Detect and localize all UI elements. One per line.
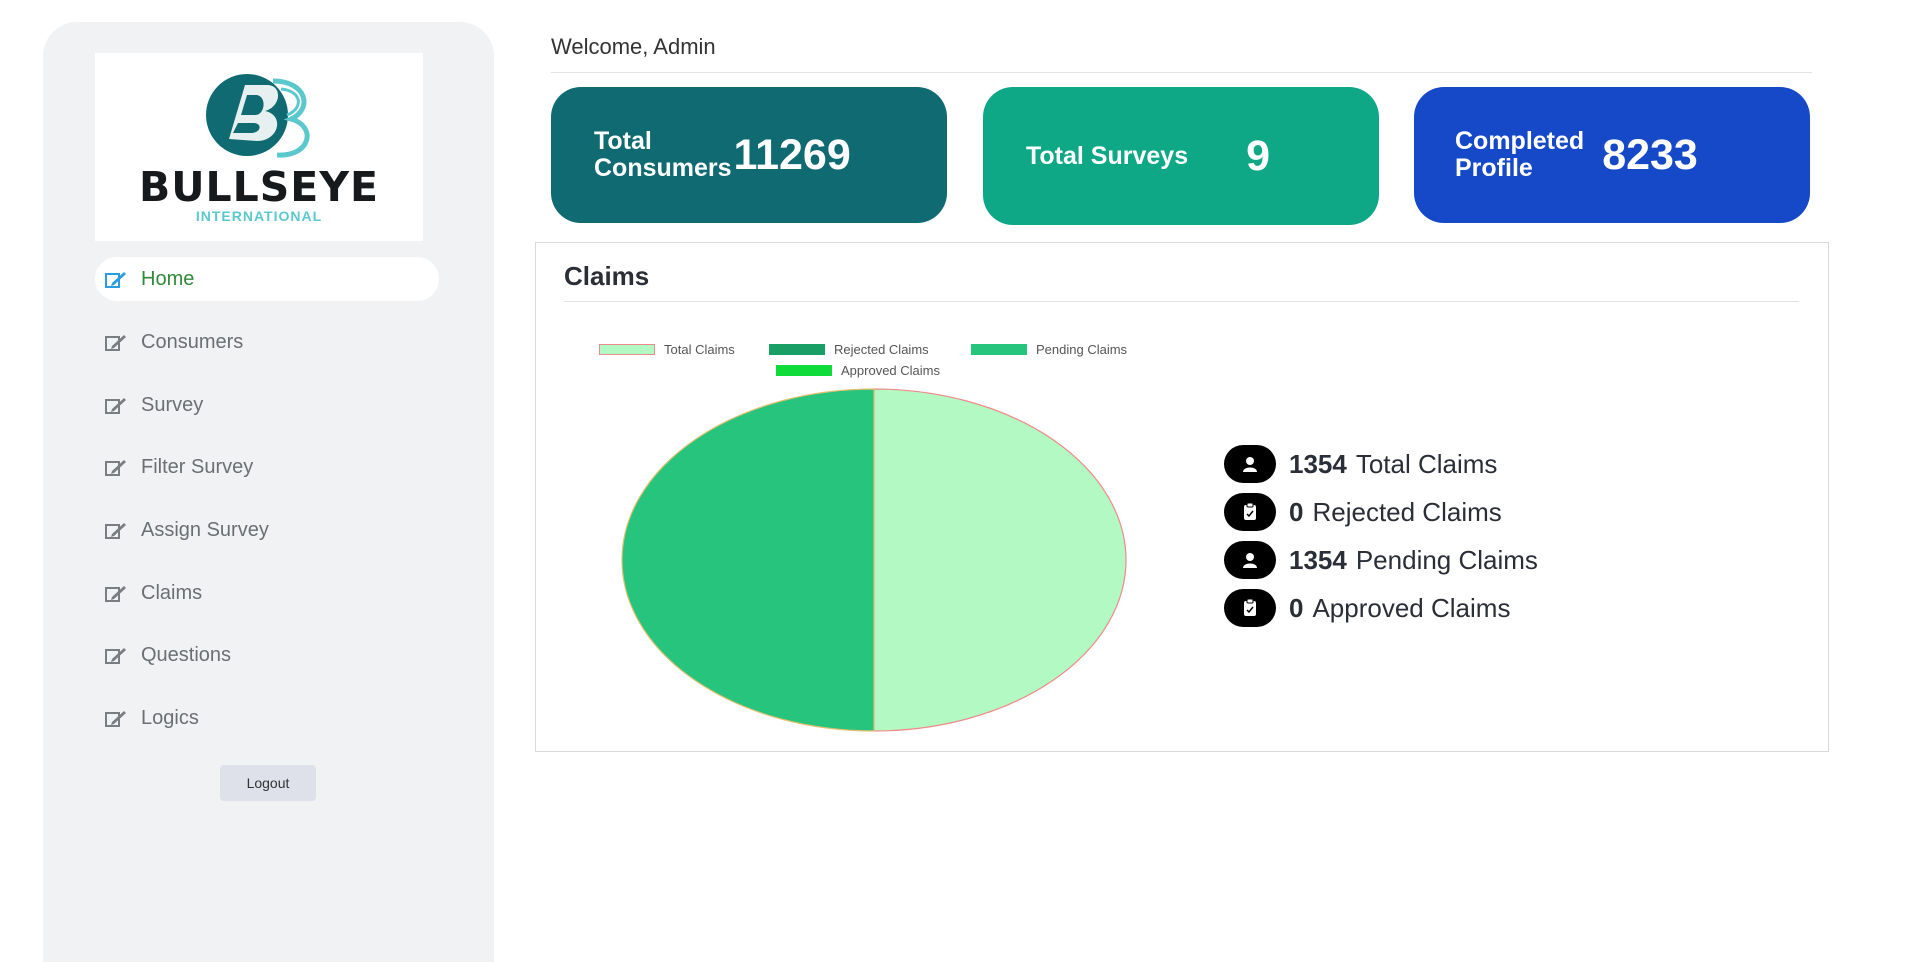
- edit-icon: [105, 333, 127, 351]
- sidebar: BULLSEYE INTERNATIONAL Home Consumers Surv…: [43, 22, 494, 962]
- sidebar-item-label: Home: [141, 267, 195, 290]
- legend-swatch: [769, 344, 825, 355]
- total-surveys-value: 9: [1246, 131, 1271, 180]
- completed-profile-card: Completed Profile 8233: [1414, 87, 1810, 223]
- card-label-line2: Profile: [1455, 154, 1533, 182]
- user-icon: [1224, 541, 1276, 579]
- claims-panel: Claims Total Claims Rejected Claims Pendin…: [535, 242, 1829, 752]
- sidebar-item-label: Filter Survey: [141, 455, 254, 478]
- sidebar-item-consumers[interactable]: Consumers: [95, 320, 439, 364]
- sidebar-item-label: Logics: [141, 706, 199, 729]
- stat-pending-claims: 1354 Pending Claims: [1224, 541, 1538, 579]
- sidebar-item-assign-survey[interactable]: Assign Survey: [95, 508, 439, 552]
- sidebar-item-label: Claims: [141, 581, 203, 604]
- stat-value: 0: [1289, 496, 1304, 527]
- welcome-text: Welcome, Admin: [551, 34, 716, 59]
- edit-icon: [105, 396, 127, 414]
- total-consumers-value: 11269: [733, 130, 851, 179]
- legend-item[interactable]: Approved Claims: [776, 363, 940, 378]
- pie-slice-total-claims[interactable]: [873, 388, 1127, 732]
- stat-value: 1354: [1289, 448, 1347, 479]
- stat-label: Pending Claims: [1355, 544, 1538, 575]
- logo: BULLSEYE INTERNATIONAL: [95, 53, 423, 241]
- panel-divider: [564, 301, 1799, 302]
- legend-label: Total Claims: [664, 342, 735, 357]
- legend-label: Rejected Claims: [834, 342, 929, 357]
- legend-swatch: [971, 344, 1027, 355]
- sidebar-item-survey[interactable]: Survey: [95, 383, 439, 427]
- logo-subtitle: INTERNATIONAL: [195, 208, 323, 224]
- sidebar-item-filter-survey[interactable]: Filter Survey: [95, 445, 439, 489]
- sidebar-item-questions[interactable]: Questions: [95, 633, 439, 677]
- total-surveys-card: Total Surveys 9: [983, 87, 1379, 225]
- logo-title: BULLSEYE: [138, 163, 380, 211]
- sidebar-item-label: Consumers: [141, 330, 244, 353]
- edit-icon: [105, 270, 127, 288]
- edit-icon: [105, 709, 127, 727]
- header-divider: [551, 72, 1812, 73]
- stat-rejected-claims: 0 Rejected Claims: [1224, 493, 1502, 531]
- pie-slice-pending-claims[interactable]: [621, 388, 875, 732]
- legend-swatch: [599, 344, 655, 355]
- sidebar-item-label: Survey: [141, 393, 204, 416]
- legend-item[interactable]: Rejected Claims: [769, 342, 929, 357]
- user-icon: [1224, 445, 1276, 483]
- completed-profile-value: 8233: [1602, 130, 1698, 179]
- legend-item[interactable]: Total Claims: [599, 342, 735, 357]
- legend-label: Approved Claims: [841, 363, 940, 378]
- total-consumers-card: Total Consumers 11269: [551, 87, 947, 223]
- clipboard-icon: [1224, 493, 1276, 531]
- stat-approved-claims: 0 Approved Claims: [1224, 589, 1510, 627]
- bullseye-logo-icon: [206, 74, 310, 158]
- card-label: Total Surveys: [1026, 141, 1189, 170]
- edit-icon: [105, 646, 127, 664]
- sidebar-item-claims[interactable]: Claims: [95, 571, 439, 615]
- claims-pie-chart: [621, 388, 1127, 732]
- sidebar-item-logics[interactable]: Logics: [95, 696, 439, 740]
- stat-label: Approved Claims: [1312, 592, 1511, 623]
- card-label-line2: Consumers: [594, 154, 732, 182]
- legend-swatch: [776, 365, 832, 376]
- card-label-line1: Completed: [1455, 127, 1585, 155]
- logout-button[interactable]: Logout: [220, 765, 316, 801]
- sidebar-item-label: Questions: [141, 643, 232, 666]
- stat-value: 0: [1289, 592, 1304, 623]
- clipboard-icon: [1224, 589, 1276, 627]
- edit-icon: [105, 584, 127, 602]
- stat-total-claims: 1354 Total Claims: [1224, 445, 1497, 483]
- card-label-line1: Total: [594, 127, 652, 155]
- stat-label: Total Claims: [1355, 448, 1498, 479]
- edit-icon: [105, 458, 127, 476]
- legend-label: Pending Claims: [1036, 342, 1128, 357]
- edit-icon: [105, 521, 127, 539]
- stat-value: 1354: [1289, 544, 1347, 575]
- legend-item[interactable]: Pending Claims: [971, 342, 1127, 357]
- panel-title: Claims: [564, 261, 650, 291]
- sidebar-item-label: Assign Survey: [141, 518, 269, 541]
- sidebar-item-home[interactable]: Home: [95, 257, 439, 301]
- stat-label: Rejected Claims: [1312, 496, 1502, 527]
